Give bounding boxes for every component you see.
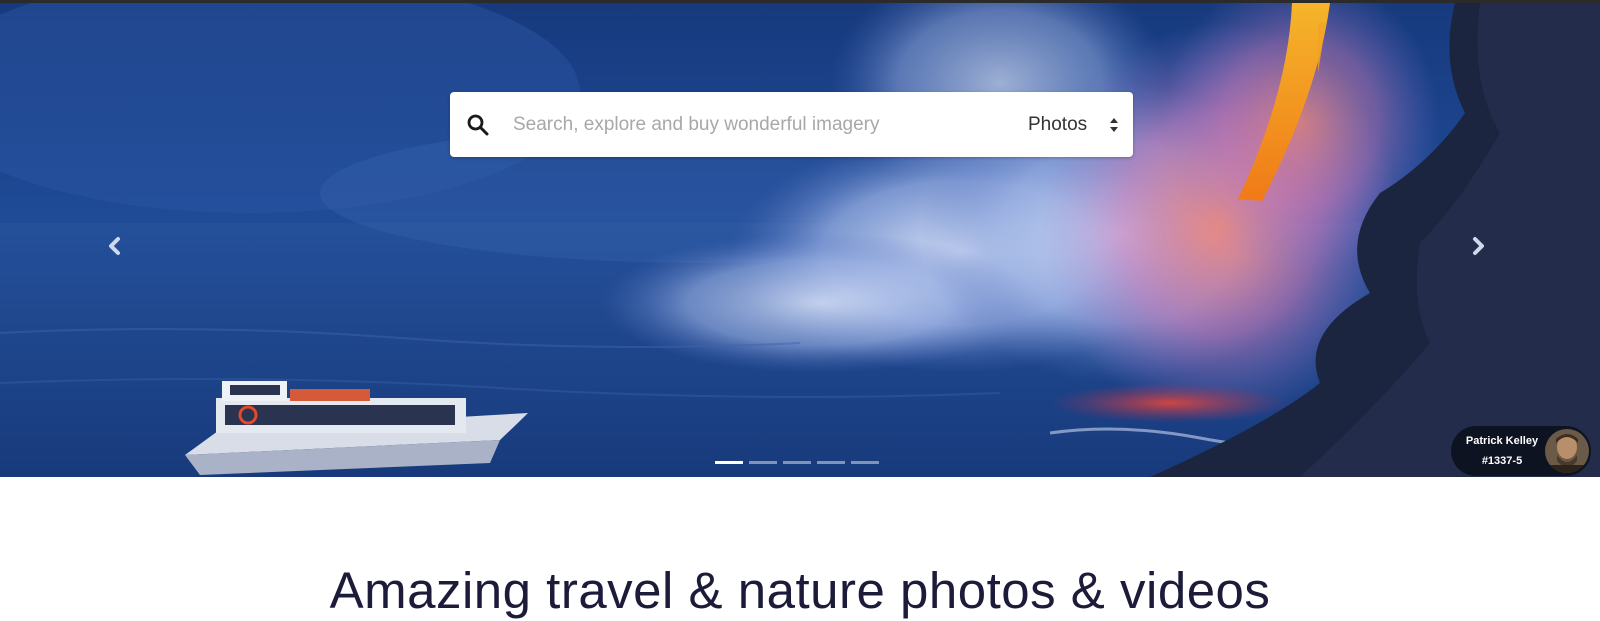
chevron-left-icon [109, 237, 120, 255]
search-icon[interactable] [466, 113, 490, 137]
photographer-name: Patrick Kelley [1465, 435, 1539, 447]
carousel-indicators [715, 461, 879, 465]
media-type-label: Photos [1028, 114, 1088, 135]
page-headline: Amazing travel & nature photos & videos [329, 562, 1271, 620]
photographer-avatar [1545, 429, 1589, 473]
media-type-select[interactable]: Photos [1010, 106, 1120, 144]
carousel-next-button[interactable] [1463, 231, 1493, 261]
search-input[interactable] [513, 106, 983, 144]
carousel-prev-button[interactable] [100, 231, 130, 261]
carousel-indicator-1[interactable] [715, 461, 743, 464]
hero-carousel[interactable]: Photos Patrick Kelley #1337-5 [0, 3, 1600, 477]
carousel-indicator-5[interactable] [851, 461, 879, 464]
carousel-indicator-3[interactable] [783, 461, 811, 464]
hero-photo [0, 3, 1600, 477]
search-bar: Photos [450, 92, 1133, 157]
photo-credit-badge[interactable]: Patrick Kelley #1337-5 [1451, 426, 1591, 476]
carousel-indicator-4[interactable] [817, 461, 845, 464]
photo-id: #1337-5 [1481, 455, 1523, 467]
carousel-indicator-2[interactable] [749, 461, 777, 464]
chevron-right-icon [1473, 237, 1484, 255]
sort-arrows-icon [1110, 118, 1118, 132]
